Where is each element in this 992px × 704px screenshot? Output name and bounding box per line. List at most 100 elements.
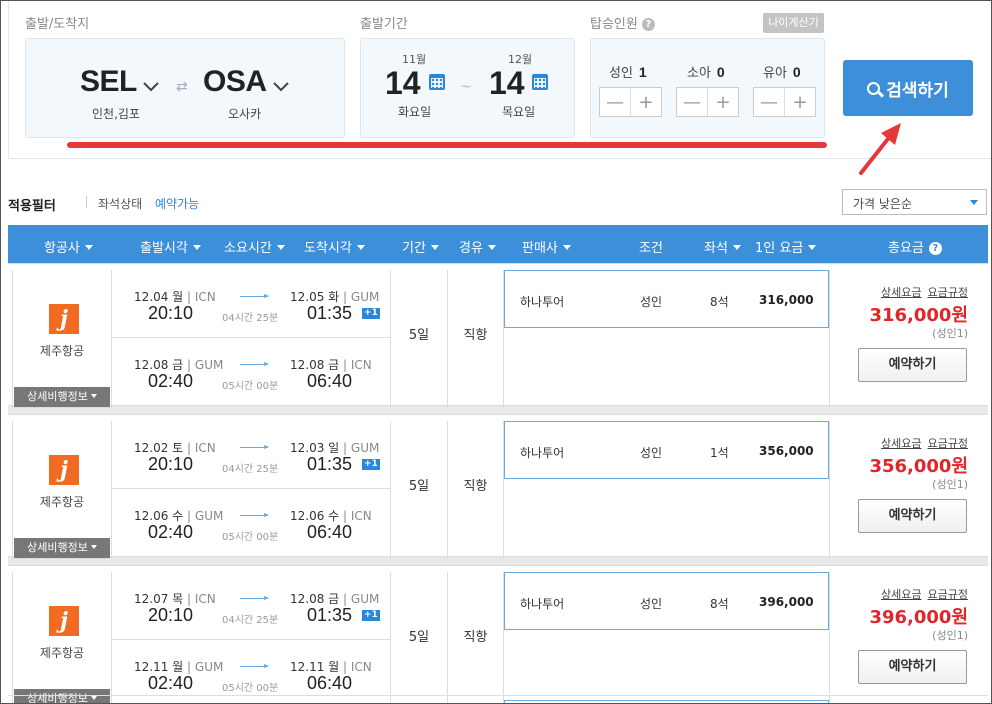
- col-period[interactable]: 기간: [402, 237, 439, 256]
- depart-time: 02:40: [148, 522, 194, 542]
- plus-icon[interactable]: +: [708, 88, 738, 116]
- adult-stepper[interactable]: — +: [599, 87, 662, 117]
- fare: 396,000: [759, 595, 814, 609]
- depart-time: 02:40: [148, 673, 194, 693]
- arrive-time: 06:40: [307, 371, 353, 391]
- arrow-right-icon: [240, 294, 269, 298]
- filter-key: 좌석상태: [98, 197, 143, 211]
- fare-detail-link[interactable]: 상세요금: [881, 588, 921, 601]
- filter-value-link[interactable]: 예약가능: [155, 195, 199, 212]
- partial-next-row: [8, 695, 988, 703]
- col-arrive-time[interactable]: 도착시각: [304, 237, 365, 256]
- child-stepper[interactable]: — +: [676, 87, 739, 117]
- arrow-right-icon: [240, 664, 269, 668]
- results-list: j 제주항공 상세비행정보 12.04 월 | ICN 20:10 04시간 2…: [8, 263, 988, 703]
- minus-icon[interactable]: —: [600, 88, 631, 116]
- return-day[interactable]: 14: [489, 65, 525, 102]
- seller: 하나투어: [520, 446, 565, 460]
- col-depart-time[interactable]: 출발시각: [140, 237, 201, 256]
- plus-icon[interactable]: +: [631, 88, 661, 116]
- destination-selector[interactable]: OSA: [203, 65, 289, 100]
- caret-down-icon: [970, 200, 978, 205]
- fare-option[interactable]: 하나투어 성인 8석 396,000: [504, 572, 829, 630]
- col-seller[interactable]: 판매사: [522, 237, 571, 256]
- arrow-right-icon: [240, 362, 269, 366]
- minus-icon[interactable]: —: [677, 88, 708, 116]
- total-price: 396,000원: [869, 607, 968, 628]
- outbound-leg: 12.07 목 | ICN 20:10 04시간 25분 12.08 금 | G…: [112, 572, 391, 640]
- airline-cell: j 제주항공 상세비행정보: [12, 421, 112, 559]
- route-label: 출발/도착지: [25, 17, 90, 32]
- fare-rules-link[interactable]: 요금규정: [928, 437, 968, 450]
- airline-logo: j: [49, 455, 79, 485]
- fare-option[interactable]: 하나투어 성인 8석 316,000: [504, 270, 829, 328]
- origin-selector[interactable]: SEL: [80, 65, 159, 100]
- fare-detail-link[interactable]: 상세요금: [881, 437, 921, 450]
- col-seats[interactable]: 좌석: [704, 237, 741, 256]
- col-condition: 조건: [639, 241, 663, 256]
- age-calculator-button[interactable]: 나이계산기: [763, 13, 824, 33]
- divider: [86, 196, 87, 208]
- calendar-icon[interactable]: [532, 74, 548, 90]
- book-button[interactable]: 예약하기: [858, 348, 967, 382]
- legs-cell: 12.07 목 | ICN 20:10 04시간 25분 12.08 금 | G…: [112, 572, 391, 703]
- arrive-time: 06:40: [307, 522, 353, 542]
- depart-time: 02:40: [148, 371, 194, 391]
- arrive-time: 01:35: [307, 605, 353, 625]
- price-basis: (성인1): [932, 629, 968, 642]
- airline-cell: j 제주항공 상세비행정보: [12, 572, 112, 703]
- search-panel: 출발/도착지 출발기간 탑승인원? 나이계산기 SEL 인천,김포 ⇄ OSA …: [8, 1, 991, 175]
- price-links: 상세요금 요금규정: [875, 435, 968, 451]
- route-cell: 직항: [448, 572, 504, 703]
- col-airline[interactable]: 항공사: [44, 237, 93, 256]
- sort-down-icon: [487, 245, 496, 250]
- minus-icon[interactable]: —: [754, 88, 785, 116]
- chevron-down-icon: [143, 66, 159, 100]
- flight-detail-button[interactable]: 상세비행정보: [14, 387, 110, 407]
- help-icon[interactable]: ?: [928, 242, 942, 255]
- period-label: 출발기간: [360, 17, 408, 32]
- help-icon[interactable]: ?: [641, 18, 655, 31]
- annotation-underline: [67, 142, 827, 148]
- depart-weekday: 화요일: [398, 105, 432, 119]
- route-cell: 직항: [448, 270, 504, 408]
- arrow-right-icon: [240, 596, 269, 600]
- calendar-icon[interactable]: [429, 74, 445, 90]
- price-cell: 상세요금 요금규정 316,000원 (성인1) 예약하기: [829, 270, 988, 408]
- sort-select[interactable]: 가격 낮은순: [842, 189, 987, 215]
- infant-stepper[interactable]: — +: [753, 87, 816, 117]
- plus-icon[interactable]: +: [785, 88, 815, 116]
- flight-detail-button[interactable]: 상세비행정보: [14, 538, 110, 558]
- return-leg: 12.08 금 | GUM 02:40 05시간 00분 12.08 금 | I…: [112, 338, 391, 406]
- depart-day[interactable]: 14: [385, 65, 421, 102]
- result-row: j 제주항공 상세비행정보 12.02 토 | ICN 20:10 04시간 2…: [8, 414, 988, 559]
- depart-time: 20:10: [148, 605, 194, 625]
- book-button[interactable]: 예약하기: [858, 650, 967, 684]
- airline-logo: j: [49, 304, 79, 334]
- return-weekday: 목요일: [502, 105, 536, 119]
- return-leg: 12.06 수 | GUM 02:40 05시간 00분 12.06 수 | I…: [112, 489, 391, 557]
- depart-time: 20:10: [148, 454, 194, 474]
- book-button[interactable]: 예약하기: [858, 499, 967, 533]
- col-fare[interactable]: 1인 요금: [755, 237, 817, 256]
- next-day-badge: +1: [362, 308, 380, 319]
- fare-option[interactable]: 하나투어 성인 1석 356,000: [504, 421, 829, 479]
- fare: 316,000: [759, 293, 814, 307]
- total-price: 356,000원: [869, 456, 968, 477]
- col-duration[interactable]: 소요시간: [224, 237, 285, 256]
- duration: 04시간 25분: [222, 313, 279, 324]
- swap-icon[interactable]: ⇄: [176, 79, 188, 95]
- search-button[interactable]: 검색하기: [843, 60, 973, 116]
- fare-rules-link[interactable]: 요금규정: [928, 286, 968, 299]
- arrow-right-icon: [240, 445, 269, 449]
- fare-detail-link[interactable]: 상세요금: [881, 286, 921, 299]
- sort-down-icon: [808, 245, 817, 250]
- airline-name: 제주항공: [39, 344, 85, 358]
- duration: 05시간 00분: [222, 381, 279, 392]
- fare-rules-link[interactable]: 요금규정: [928, 588, 968, 601]
- col-route[interactable]: 경유: [459, 237, 496, 256]
- route-cell: 직항: [448, 421, 504, 559]
- fare: 356,000: [759, 444, 814, 458]
- chevron-down-icon: [272, 66, 289, 100]
- period-cell: 5일: [391, 421, 448, 559]
